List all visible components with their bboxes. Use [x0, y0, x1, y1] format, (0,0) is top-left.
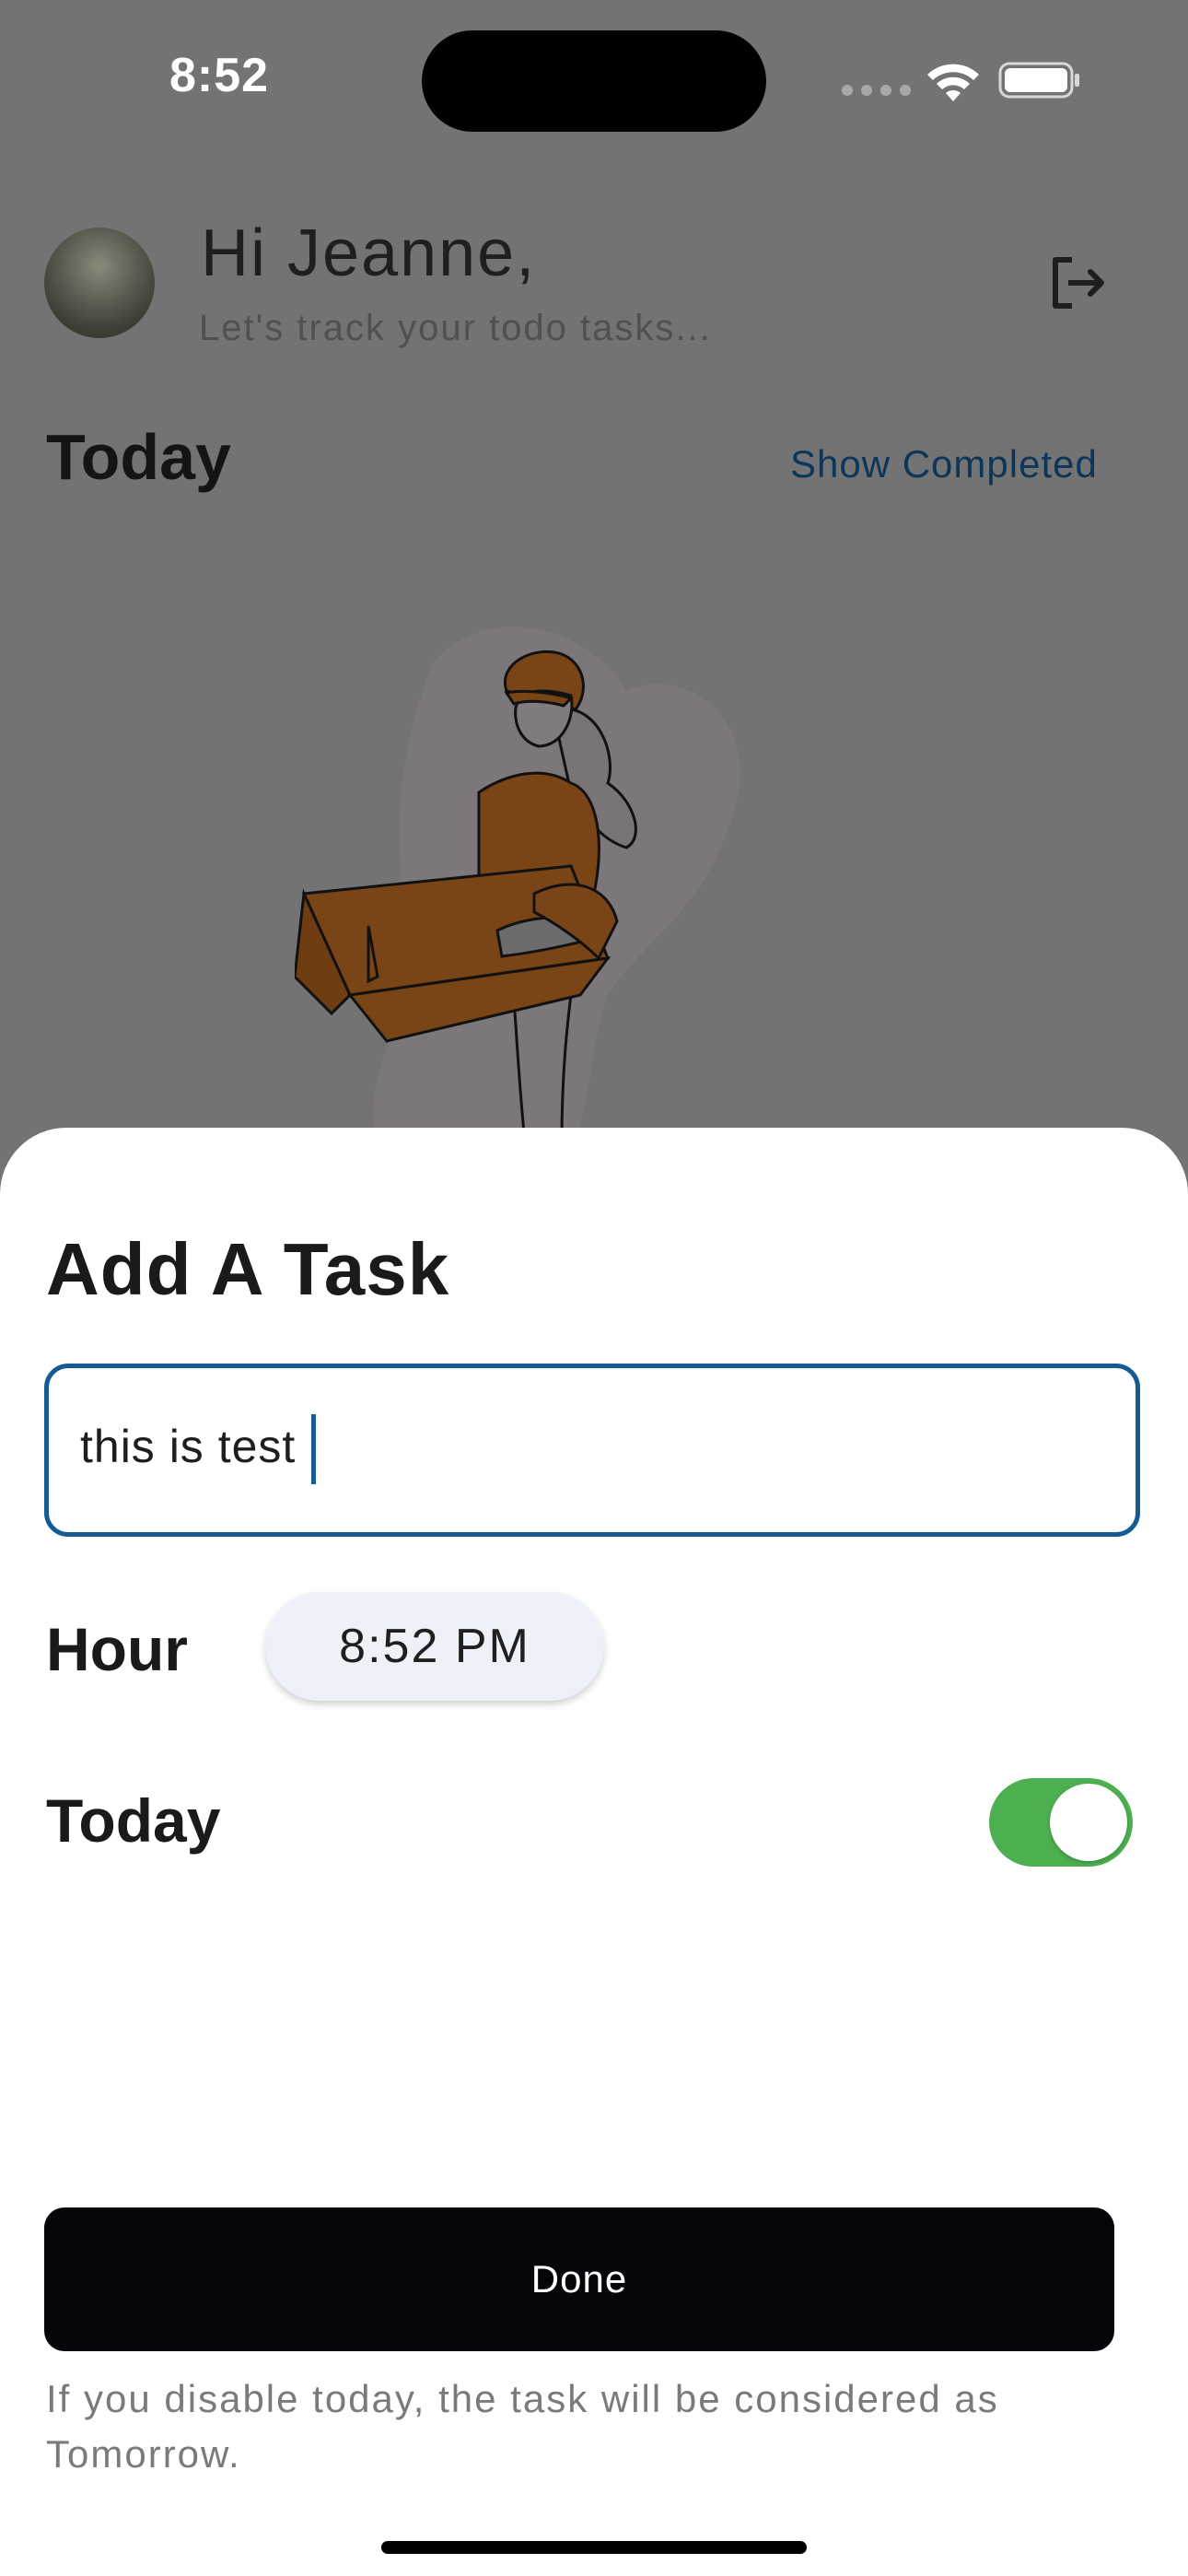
- sheet-title: Add A Task: [46, 1228, 450, 1310]
- today-label: Today: [46, 1786, 221, 1855]
- text-caret: [311, 1414, 316, 1484]
- status-bar: 8:52: [0, 0, 1188, 157]
- section-title: Today: [46, 421, 231, 493]
- avatar[interactable]: [44, 228, 155, 338]
- dynamic-island: [422, 30, 766, 132]
- cellular-signal-icon: [842, 85, 911, 96]
- greeting-subtitle: Let's track your todo tasks...: [199, 308, 712, 348]
- show-completed-link[interactable]: Show Completed: [790, 442, 1098, 486]
- logout-icon[interactable]: [1044, 251, 1109, 315]
- home-indicator[interactable]: [381, 2541, 807, 2554]
- battery-icon: [998, 62, 1079, 99]
- hint-text: If you disable today, the task will be c…: [46, 2377, 999, 2476]
- hour-picker-button[interactable]: 8:52 PM: [265, 1592, 604, 1701]
- task-input[interactable]: [80, 1420, 1001, 1473]
- hour-label: Hour: [46, 1615, 188, 1683]
- done-button[interactable]: Done: [44, 2207, 1114, 2351]
- empty-state-illustration: [295, 626, 740, 1142]
- status-time: 8:52: [169, 49, 270, 102]
- today-toggle[interactable]: [989, 1778, 1133, 1867]
- task-input-container[interactable]: [44, 1364, 1140, 1537]
- toggle-knob: [1050, 1784, 1127, 1861]
- greeting-title: Hi Jeanne,: [201, 217, 537, 290]
- add-task-sheet: Add A Task Hour 8:52 PM Today Done If yo…: [0, 1128, 1188, 2576]
- wifi-icon: [927, 64, 979, 101]
